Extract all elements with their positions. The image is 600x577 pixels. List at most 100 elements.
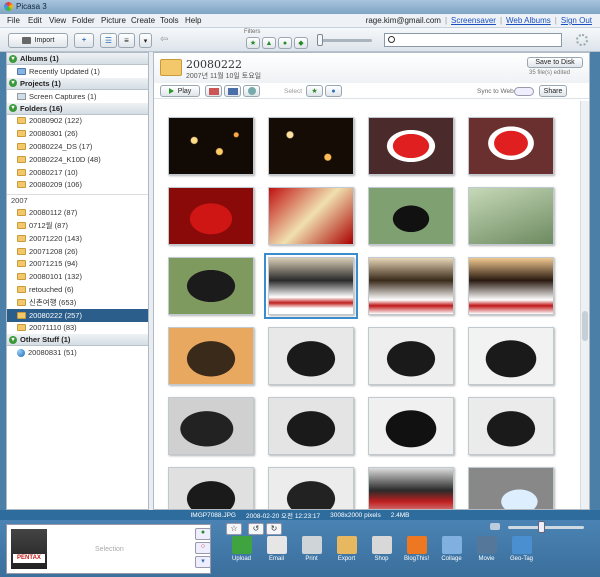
- geotag-button[interactable]: Geo-Tag: [504, 536, 539, 576]
- date-filter-slider-knob[interactable]: [317, 34, 323, 46]
- date-filter-slider[interactable]: [320, 39, 372, 42]
- thumbnail-size-slider[interactable]: [508, 526, 584, 529]
- shop-button[interactable]: Shop: [364, 536, 399, 576]
- hold-button[interactable]: ●: [195, 528, 211, 540]
- sidebar-folder-item[interactable]: retouched (6): [7, 283, 148, 296]
- photo-thumbnail[interactable]: [468, 397, 554, 455]
- photo-thumbnail[interactable]: [368, 327, 454, 385]
- folder-date[interactable]: 2007년 11월 10일 토요일: [186, 71, 261, 81]
- back-arrow-icon[interactable]: ⇦: [160, 34, 168, 45]
- photo-thumbnail[interactable]: [368, 397, 454, 455]
- movie-button[interactable]: Movie: [469, 536, 504, 576]
- photo-thumbnail[interactable]: [268, 117, 354, 175]
- clear-button[interactable]: ○: [195, 542, 211, 554]
- upload-button[interactable]: Upload: [224, 536, 259, 576]
- import-button[interactable]: Import: [8, 33, 68, 48]
- movie-button[interactable]: [224, 85, 241, 97]
- photo-thumbnail-selected[interactable]: [264, 253, 358, 319]
- play-slideshow-button[interactable]: Play: [160, 85, 200, 97]
- folders-section-header[interactable]: ▾ Folders (16): [7, 102, 148, 115]
- photo-thumbnail[interactable]: [468, 117, 554, 175]
- sidebar-folder-item[interactable]: 20080224_DS (17): [7, 140, 148, 153]
- menu-folder[interactable]: Folder: [72, 16, 95, 25]
- menu-create[interactable]: Create: [131, 16, 155, 25]
- filter-geotag-button[interactable]: ◆: [294, 37, 308, 49]
- sync-to-web-toggle[interactable]: [514, 87, 534, 96]
- collage-button[interactable]: Collage: [434, 536, 469, 576]
- sidebar-folder-item[interactable]: 0712월 (87): [7, 219, 148, 232]
- sidebar-folder-item-selected[interactable]: 20080222 (257): [7, 308, 148, 322]
- add-album-button[interactable]: +: [74, 33, 94, 48]
- star-toggle-button[interactable]: ☆: [226, 523, 242, 535]
- albums-section-header[interactable]: ▾ Albums (1): [7, 53, 148, 65]
- web-albums-link[interactable]: Web Albums: [506, 16, 551, 25]
- filter-star-button[interactable]: ★: [246, 37, 260, 49]
- photo-thumbnail[interactable]: [168, 467, 254, 509]
- menu-help[interactable]: Help: [185, 16, 201, 25]
- sidebar-folder-item[interactable]: 20071220 (143): [7, 232, 148, 245]
- screensaver-link[interactable]: Screensaver: [451, 16, 496, 25]
- rotate-right-button[interactable]: ↻: [266, 523, 282, 535]
- photo-thumbnail[interactable]: [468, 467, 554, 509]
- photo-thumbnail[interactable]: [168, 117, 254, 175]
- sidebar-folder-item[interactable]: 20080209 (106): [7, 179, 148, 192]
- sidebar-item-screen-captures[interactable]: Screen Captures (1): [7, 90, 148, 103]
- sidebar-folder-item[interactable]: 20080301 (26): [7, 127, 148, 140]
- select-starred-button[interactable]: ★: [306, 85, 323, 97]
- email-button[interactable]: Email: [259, 536, 294, 576]
- save-to-disk-button[interactable]: Save to Disk: [527, 57, 583, 68]
- rotate-left-button[interactable]: ↺: [248, 523, 264, 535]
- view-options-dropdown[interactable]: ▾: [139, 33, 152, 48]
- photo-thumbnail[interactable]: [168, 397, 254, 455]
- photo-thumbnail[interactable]: [468, 187, 554, 245]
- photo-thumbnail[interactable]: [368, 117, 454, 175]
- collage-button[interactable]: [205, 85, 222, 97]
- photo-thumbnail[interactable]: [268, 327, 354, 385]
- scrollbar-thumb[interactable]: [582, 311, 588, 341]
- sidebar-folder-item[interactable]: 신촌여행 (653): [7, 296, 148, 309]
- other-stuff-section-header[interactable]: ▾ Other Stuff (1): [7, 334, 148, 347]
- photo-thumbnail[interactable]: [268, 467, 354, 509]
- tree-view-button[interactable]: ≡: [118, 33, 135, 48]
- sidebar-folder-item[interactable]: 20071110 (83): [7, 322, 148, 335]
- search-input[interactable]: [384, 33, 562, 47]
- sidebar-folder-item[interactable]: 20080101 (132): [7, 270, 148, 283]
- photo-thumbnail[interactable]: [168, 187, 254, 245]
- add-to-album-button[interactable]: ▾: [195, 556, 211, 568]
- photo-thumbnail[interactable]: [268, 397, 354, 455]
- photo-thumbnail[interactable]: [268, 187, 354, 245]
- thumbnail-size-slider-knob[interactable]: [538, 521, 545, 533]
- sidebar-folder-item[interactable]: 20080217 (10): [7, 166, 148, 179]
- sidebar-folder-item[interactable]: 20071215 (94): [7, 258, 148, 271]
- photo-thumbnail[interactable]: [168, 327, 254, 385]
- sidebar-folder-item[interactable]: 20080902 (122): [7, 115, 148, 128]
- photo-thumbnail[interactable]: [368, 257, 454, 315]
- photo-thumbnail[interactable]: [368, 187, 454, 245]
- tray-thumbnail[interactable]: PENTAX: [11, 529, 47, 569]
- select-people-button[interactable]: ●: [325, 85, 342, 97]
- sign-out-link[interactable]: Sign Out: [561, 16, 592, 25]
- menu-edit[interactable]: Edit: [28, 16, 42, 25]
- folder-name[interactable]: 20080222: [186, 58, 242, 71]
- photo-thumbnail[interactable]: [368, 467, 454, 509]
- sidebar-item-other[interactable]: 20080831 (51): [7, 346, 148, 359]
- sidebar-folder-item[interactable]: 20080224_K10D (48): [7, 153, 148, 166]
- menu-tools[interactable]: Tools: [160, 16, 179, 25]
- print-button[interactable]: Print: [294, 536, 329, 576]
- photo-thumbnail[interactable]: [468, 257, 554, 315]
- list-view-button[interactable]: ☰: [100, 33, 117, 48]
- thumbnail-scrollbar[interactable]: [580, 101, 589, 509]
- sidebar-item-recently-updated[interactable]: Recently Updated (1): [7, 65, 148, 78]
- projects-section-header[interactable]: ▾ Projects (1): [7, 77, 148, 90]
- photo-thumbnail[interactable]: [468, 327, 554, 385]
- geotag-button[interactable]: [243, 85, 260, 97]
- filter-video-button[interactable]: ▲: [262, 37, 276, 49]
- share-button[interactable]: Share: [539, 85, 567, 97]
- export-button[interactable]: Export: [329, 536, 364, 576]
- sidebar-folder-item[interactable]: 20080112 (87): [7, 206, 148, 219]
- photo-thumbnail[interactable]: [168, 257, 254, 315]
- menu-picture[interactable]: Picture: [101, 16, 126, 25]
- filter-people-button[interactable]: ●: [278, 37, 292, 49]
- menu-view[interactable]: View: [49, 16, 66, 25]
- sidebar-folder-item[interactable]: 20071208 (26): [7, 245, 148, 258]
